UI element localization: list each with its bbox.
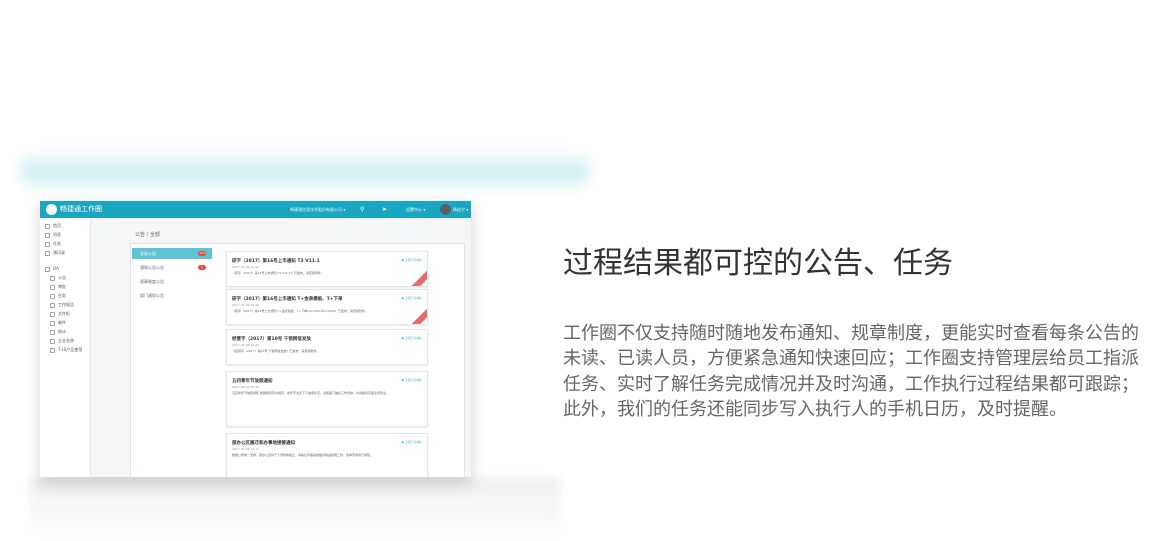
sidebar-item-message[interactable]: 消息 (45, 232, 61, 238)
decorative-glow (20, 150, 590, 190)
avatar[interactable] (440, 204, 451, 215)
sidebar-sub-item[interactable]: 工作报告 (50, 302, 74, 308)
breadcrumb: 公告 / 全部 (135, 232, 160, 238)
read-status: ● 全部已读确认 (401, 336, 423, 340)
task-icon (50, 293, 55, 299)
count-badge: 123 (198, 251, 206, 256)
notice-card[interactable]: 部办公区搬迁和办事地接替通知 2017-04-28 14:12 根据公司统一安排… (226, 433, 428, 477)
settings-menu[interactable]: 设置中心 ▾ (406, 205, 425, 214)
sidebar-item-home[interactable]: 首页 (45, 223, 61, 229)
grid-icon (45, 266, 50, 272)
sidebar-item-contacts[interactable]: 通讯录 (45, 250, 65, 256)
company-icon (50, 338, 55, 344)
notice-date: 2017-05-02 09:32 (232, 385, 260, 389)
product-icon (50, 347, 55, 353)
product-screenshot: 畅捷通工作圈 畅捷通信息技术股份有限公司 ▾ ⚲ ➤ 设置中心 ▾ 杨佳宁 ▾ … (40, 201, 471, 477)
report-icon (50, 302, 55, 308)
notice-card[interactable]: 研字（2017）第16号上市通知 T3 V11.1 2017-05-09 10:… (226, 251, 428, 287)
sidebar-sub-item[interactable]: T+S产品使用 (50, 347, 82, 353)
category-all[interactable]: 全部公告 123 (132, 248, 212, 259)
notice-date: 2017-05-08 16:20 (232, 343, 260, 347)
read-status: ● 全部已读确认 (401, 258, 423, 262)
search-icon[interactable]: ⚲ (360, 205, 364, 214)
category-department[interactable]: 部门通知公告 (132, 290, 212, 301)
home-icon (45, 223, 50, 229)
category-rules[interactable]: 规章制度公告 (132, 276, 212, 287)
screenshot-reflection (30, 478, 560, 538)
task-icon (45, 241, 50, 247)
sidebar-section-oa[interactable]: OA (45, 266, 59, 272)
app-sidebar: 首页 消息 任务 通讯录 OA 公告 审批 任务 工作报告 文件柜 邮件 统计 … (40, 218, 91, 477)
notice-title: 研字（2017）第16号上市通知 T+金表模板、T+下单 (232, 297, 343, 302)
count-badge: 1 (198, 265, 206, 270)
notice-card[interactable]: 五四青年节放假通知 2017-05-02 09:32 五四青年节放假通知 根据国… (226, 371, 428, 427)
stats-icon (50, 329, 55, 335)
notice-title: 部办公区搬迁和办事地接替通知 (232, 441, 295, 446)
message-icon (45, 232, 50, 238)
sidebar-sub-item[interactable]: 公告 (50, 275, 66, 281)
contacts-icon (45, 250, 50, 256)
notice-date: 2017-04-28 14:12 (232, 447, 260, 451)
read-status: ● 全部已读确认 (401, 296, 423, 300)
notice-date: 2017-05-09 09:40 (232, 303, 260, 307)
sidebar-sub-item[interactable]: 审批 (50, 284, 66, 290)
read-status: ● 全部已读确认 (401, 378, 423, 382)
user-name[interactable]: 杨佳宁 ▾ (453, 205, 468, 214)
sidebar-sub-item[interactable]: 邮件 (50, 320, 66, 326)
app-logo-icon (46, 204, 57, 215)
notice-card[interactable]: 经营字（2017）第10号 千锁网信发放 2017-05-08 16:20 《经… (226, 329, 428, 365)
read-status: ● 全部已读确认 (401, 440, 423, 444)
send-icon[interactable]: ➤ (382, 205, 387, 214)
folder-icon (50, 311, 55, 317)
notice-date: 2017-05-09 10:02 (232, 265, 260, 269)
feature-description: 工作圈不仅支持随时随地发布通知、规章制度，更能实时查看每条公告的未读、已读人员，… (563, 323, 1139, 420)
notice-title: 五四青年节放假通知 (232, 379, 273, 384)
notice-body: 《研字（2017）第16号上市通知 T3 V11.1》已发布，请查阅附件。 (232, 271, 324, 275)
sidebar-sub-item[interactable]: 企业名称 (50, 338, 74, 344)
approval-icon (50, 284, 55, 290)
notice-body: 根据公司统一安排，部办公区将于下周整体搬迁，请各位同事提前做好物品整理工作，具体… (232, 453, 374, 457)
app-logo-text: 畅捷通工作圈 (60, 205, 102, 213)
notice-title: 经营字（2017）第10号 千锁网信发放 (232, 337, 311, 342)
sidebar-item-task[interactable]: 任务 (45, 241, 61, 247)
notice-body: 《经营字（2017）第10号 千锁网信发放》已发布，请查阅附件。 (232, 349, 320, 353)
company-select[interactable]: 畅捷通信息技术股份有限公司 ▾ (290, 205, 352, 214)
sidebar-sub-item[interactable]: 文件柜 (50, 311, 70, 317)
sidebar-sub-item[interactable]: 任务 (50, 293, 66, 299)
notice-card[interactable]: 研字（2017）第16号上市通知 T+金表模板、T+下单 2017-05-09 … (226, 289, 428, 325)
notice-icon (50, 275, 55, 281)
notice-body: 五四青年节放假通知 根据国家有关规定，青年节当天下午放假半天，请各部门做好工作安… (232, 391, 389, 395)
sidebar-sub-item[interactable]: 统计 (50, 329, 66, 335)
category-notice[interactable]: 通知公告公告 1 (132, 262, 212, 273)
feature-headline: 过程结果都可控的公告、任务 (563, 246, 953, 281)
mail-icon (50, 320, 55, 326)
notice-title: 研字（2017）第16号上市通知 T3 V11.1 (232, 259, 320, 264)
notice-body: 《研字（2017）第16号上市通知 T+金表模板、T+下单V12.200.001… (232, 309, 368, 313)
app-topbar: 畅捷通工作圈 畅捷通信息技术股份有限公司 ▾ ⚲ ➤ 设置中心 ▾ 杨佳宁 ▾ (40, 201, 471, 218)
